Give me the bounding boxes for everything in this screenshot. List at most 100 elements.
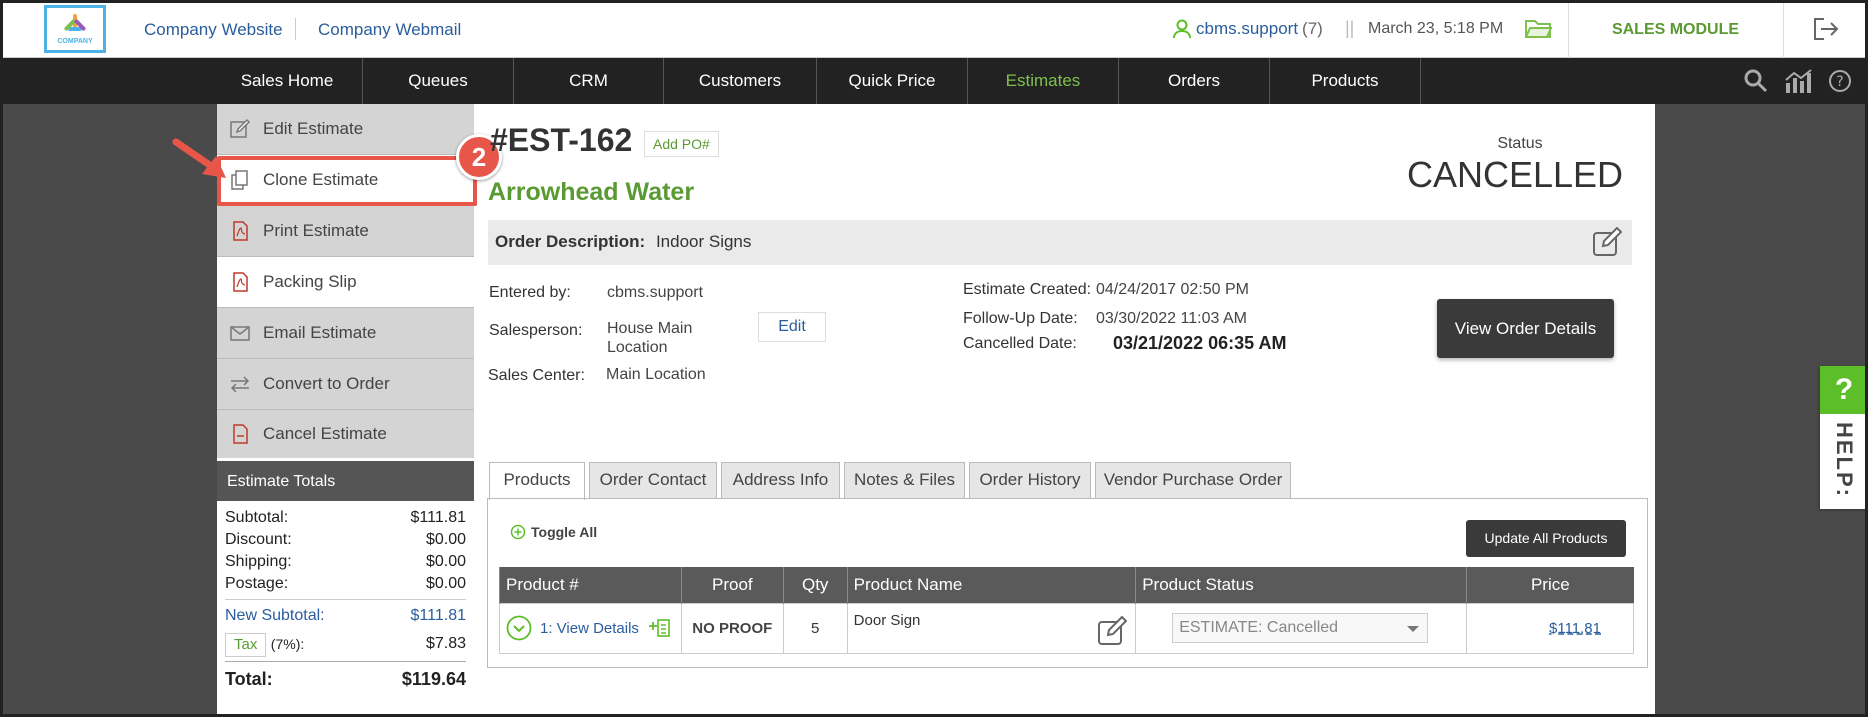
customer-name[interactable]: Arrowhead Water — [488, 178, 694, 207]
tab-products[interactable]: Products — [489, 462, 585, 500]
print-estimate-action[interactable]: Print Estimate — [217, 206, 474, 257]
products-table: Product # Proof Qty Product Name Product… — [499, 567, 1634, 654]
user-link[interactable]: cbms.support (7) — [1172, 19, 1323, 39]
company-logo[interactable]: COMPANY — [44, 5, 106, 53]
view-order-details-button[interactable]: View Order Details — [1437, 299, 1614, 358]
email-estimate-action[interactable]: Email Estimate — [217, 308, 474, 359]
estimate-totals-header: Estimate Totals — [217, 461, 474, 501]
nav-quick-price[interactable]: Quick Price — [817, 58, 968, 104]
tax-button[interactable]: Tax — [225, 633, 267, 657]
logout-divider — [1783, 0, 1784, 58]
envelope-icon — [230, 326, 250, 341]
nav-orders[interactable]: Orders — [1119, 58, 1270, 104]
help-label: HELP: — [1832, 422, 1857, 498]
cancel-estimate-action[interactable]: Cancel Estimate — [217, 410, 474, 461]
sales-module-label[interactable]: SALES MODULE — [1568, 21, 1783, 39]
add-po-button[interactable]: Add PO# — [644, 131, 719, 157]
packing-slip-label: Packing Slip — [263, 272, 357, 291]
top-divider — [295, 18, 296, 40]
nav-estimates[interactable]: Estimates — [968, 58, 1119, 104]
pdf-icon — [233, 272, 248, 292]
swap-arrows-icon — [230, 376, 250, 393]
estimate-created-value: 04/24/2017 02:50 PM — [1096, 281, 1250, 298]
nav-sales-home[interactable]: Sales Home — [212, 58, 363, 104]
col-qty: Qty — [782, 567, 848, 603]
cancelled-date-label: Cancelled Date: — [963, 335, 1077, 352]
table-row: 1: View Details NO PROOF 5 Door Sign EST… — [499, 602, 1634, 654]
salesperson-label: Salesperson: — [489, 322, 583, 339]
convert-to-order-label: Convert to Order — [263, 374, 390, 393]
salesperson-line1: House Main — [607, 320, 693, 337]
col-product-name: Product Name — [846, 567, 1136, 603]
search-icon[interactable] — [1744, 69, 1768, 93]
cancel-estimate-label: Cancel Estimate — [263, 424, 387, 443]
product-status-cell: ESTIMATE: Cancelled — [1135, 602, 1468, 654]
print-estimate-label: Print Estimate — [263, 221, 369, 240]
entered-by-value: cbms.support — [607, 284, 704, 301]
edit-salesperson-button[interactable]: Edit — [758, 312, 826, 342]
tab-order-contact[interactable]: Order Contact — [589, 462, 717, 498]
order-description-value: Indoor Signs — [655, 232, 752, 251]
add-clipboard-icon[interactable] — [647, 617, 671, 639]
col-product-status: Product Status — [1135, 567, 1467, 603]
edit-product-icon[interactable] — [1097, 615, 1128, 646]
proof-cell: NO PROOF — [680, 602, 784, 654]
edit-icon — [230, 118, 251, 138]
nav-queues[interactable]: Queues — [363, 58, 514, 104]
help-circle-icon[interactable]: ? — [1828, 69, 1852, 93]
chart-icon[interactable] — [1784, 69, 1812, 93]
user-name: cbms.support — [1196, 19, 1299, 38]
total-value: $119.64 — [401, 669, 466, 689]
col-proof: Proof — [680, 567, 784, 603]
company-webmail-link[interactable]: Company Webmail — [318, 20, 461, 40]
product-status-select[interactable]: ESTIMATE: Cancelled — [1172, 613, 1429, 643]
shipping-label: Shipping: — [225, 553, 292, 570]
edit-description-icon[interactable] — [1592, 227, 1622, 257]
tab-notes-files[interactable]: Notes & Files — [844, 462, 965, 498]
estimate-number: #EST-162 — [490, 122, 633, 158]
order-description-label: Order Description: — [495, 232, 646, 251]
logo-text: COMPANY — [57, 37, 93, 45]
tax-row: Tax (7%): $7.83 — [225, 631, 466, 657]
tax-rate: (7%): — [270, 636, 305, 652]
nav-customers[interactable]: Customers — [664, 58, 817, 104]
status-label: Status — [1497, 135, 1543, 152]
discount-label: Discount: — [225, 531, 292, 548]
followup-label: Follow-Up Date: — [963, 310, 1078, 327]
svg-text:?: ? — [1836, 74, 1843, 90]
logout-icon[interactable] — [1812, 16, 1840, 42]
pointer-arrow-icon — [172, 138, 226, 178]
tab-vendor-purchase-order[interactable]: Vendor Purchase Order — [1095, 462, 1291, 498]
update-all-products-button[interactable]: Update All Products — [1466, 520, 1626, 557]
expand-chevron-icon[interactable] — [506, 615, 532, 641]
nav-crm[interactable]: CRM — [514, 58, 664, 104]
discount-value: $0.00 — [425, 531, 466, 548]
product-name-cell: Door Sign — [846, 602, 1137, 654]
edit-estimate-action[interactable]: Edit Estimate — [217, 104, 474, 155]
view-details-link[interactable]: 1: View Details — [540, 620, 639, 637]
company-website-link[interactable]: Company Website — [144, 20, 283, 40]
new-subtotal-value: $111.81 — [410, 607, 466, 624]
subtotal-label: Subtotal: — [225, 509, 289, 526]
toggle-all-link[interactable]: Toggle All — [510, 524, 597, 540]
product-number-cell: 1: View Details — [499, 602, 682, 654]
logo-mark-icon — [60, 13, 90, 36]
nav-products[interactable]: Products — [1270, 58, 1421, 104]
shipping-row: Shipping: $0.00 — [225, 551, 466, 573]
folder-icon[interactable] — [1524, 16, 1552, 40]
tab-address-info[interactable]: Address Info — [721, 462, 840, 498]
cancel-document-icon — [233, 424, 248, 444]
packing-slip-action[interactable]: Packing Slip — [217, 257, 474, 308]
postage-label: Postage: — [225, 575, 289, 592]
help-tab[interactable]: ? HELP: — [1820, 366, 1868, 509]
current-datetime: March 23, 5:18 PM — [1368, 20, 1504, 37]
postage-value: $0.00 — [425, 575, 466, 592]
subtotal-value: $111.81 — [410, 509, 466, 526]
subtotal-row: Subtotal: $111.81 — [225, 507, 466, 529]
price-cell[interactable]: $111.81 — [1466, 602, 1634, 654]
tab-order-history[interactable]: Order History — [969, 462, 1091, 498]
estimate-totals: Subtotal: $111.81 Discount: $0.00 Shipping… — [217, 501, 474, 717]
convert-to-order-action[interactable]: Convert to Order — [217, 359, 474, 410]
user-icon — [1173, 19, 1191, 39]
help-question-icon: ? — [1820, 366, 1868, 414]
